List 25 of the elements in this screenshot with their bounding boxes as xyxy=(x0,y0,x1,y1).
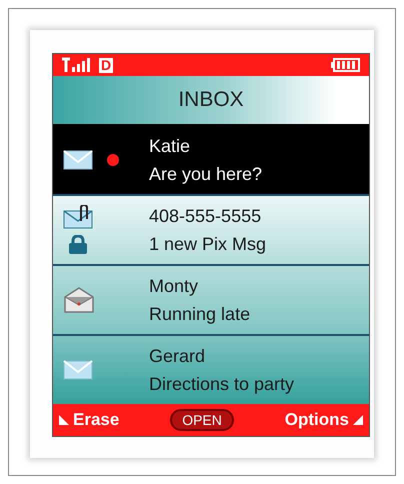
message-item[interactable]: Monty Running late xyxy=(53,266,369,336)
inbox-title: INBOX xyxy=(53,76,369,126)
message-preview: Running late xyxy=(149,303,250,325)
roaming-indicator: D xyxy=(99,58,114,72)
message-item[interactable]: Katie Are you here? xyxy=(53,126,369,196)
open-envelope-icon xyxy=(63,287,95,313)
triangle-icon xyxy=(59,415,69,425)
triangle-icon xyxy=(352,415,363,425)
signal-icon xyxy=(61,57,91,73)
open-softkey[interactable]: OPEN xyxy=(170,409,234,431)
envelope-paperclip-icon xyxy=(63,205,93,229)
message-sender: Gerard xyxy=(149,345,206,367)
message-sender: Monty xyxy=(149,275,200,297)
message-preview: 1 new Pix Msg xyxy=(149,233,266,255)
envelope-icon xyxy=(63,150,93,170)
message-preview: Directions to party xyxy=(149,373,294,395)
message-sender: Katie xyxy=(149,135,192,157)
envelope-icon xyxy=(63,360,93,380)
message-preview: Are you here? xyxy=(149,163,262,185)
erase-softkey[interactable]: Erase xyxy=(59,410,120,430)
battery-icon xyxy=(331,57,361,73)
message-item[interactable]: Gerard Directions to party xyxy=(53,336,369,404)
options-softkey[interactable]: Options xyxy=(284,410,363,430)
message-sender: 408-555-5555 xyxy=(149,205,262,227)
message-item[interactable]: 408-555-5555 1 new Pix Msg xyxy=(53,196,369,266)
